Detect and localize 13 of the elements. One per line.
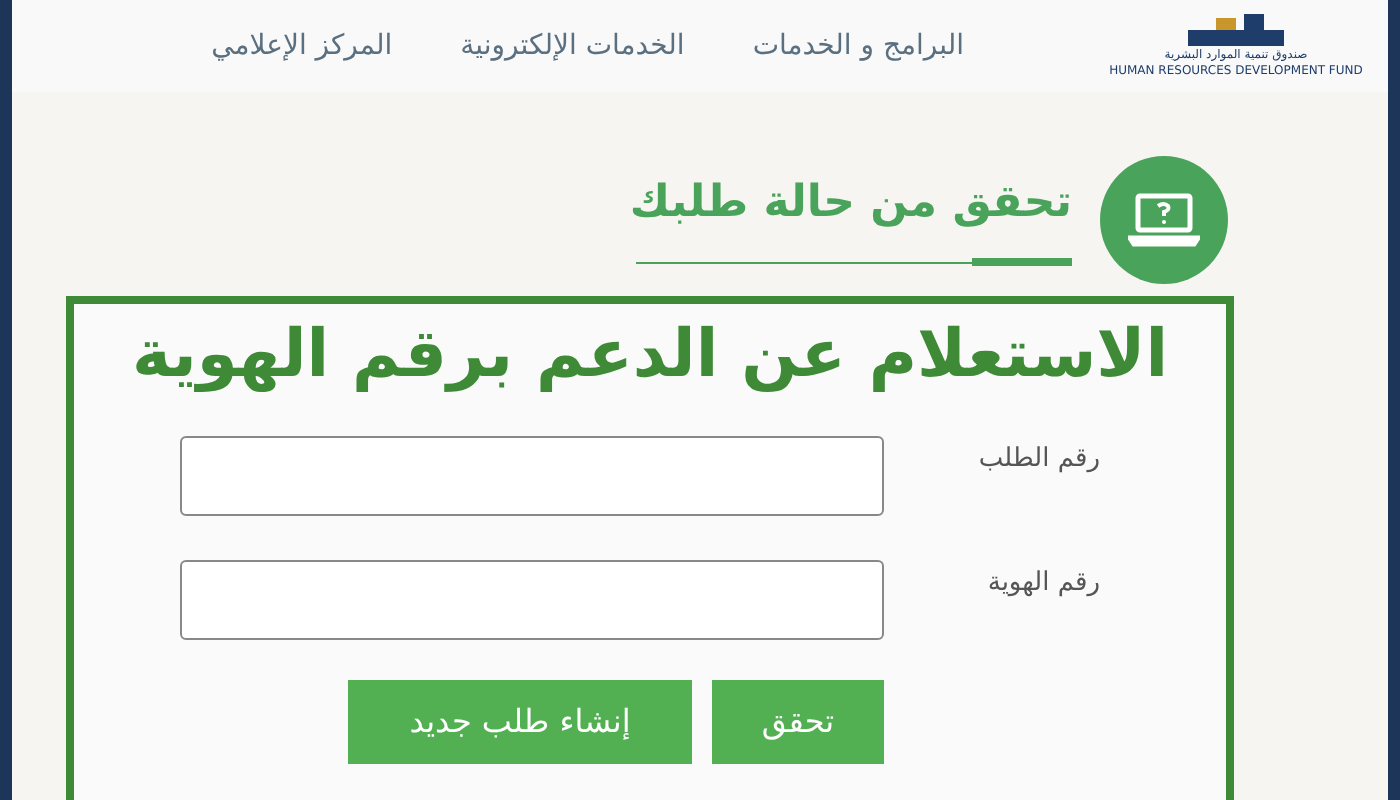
action-button[interactable]: إنشاء طلب جديد <box>348 680 692 764</box>
field-label: رقم الطلب <box>976 442 1102 478</box>
input-field[interactable] <box>180 436 884 516</box>
action-button[interactable]: تحقق <box>712 680 884 764</box>
banner-title: الاستعلام عن الدعم برقم الهوية <box>131 312 1169 396</box>
nav-link[interactable]: البرامج و الخدمات <box>752 25 964 67</box>
nav-link[interactable]: الخدمات الإلكترونية <box>460 25 685 67</box>
laptop-icon <box>1128 192 1200 248</box>
field-label: رقم الهوية <box>985 566 1102 602</box>
logo-icon <box>1188 14 1284 46</box>
section-title: تحقق من حالة طلبك <box>636 176 1072 232</box>
nav-link[interactable]: المركز الإعلامي <box>211 25 393 67</box>
input-field[interactable] <box>180 560 884 640</box>
